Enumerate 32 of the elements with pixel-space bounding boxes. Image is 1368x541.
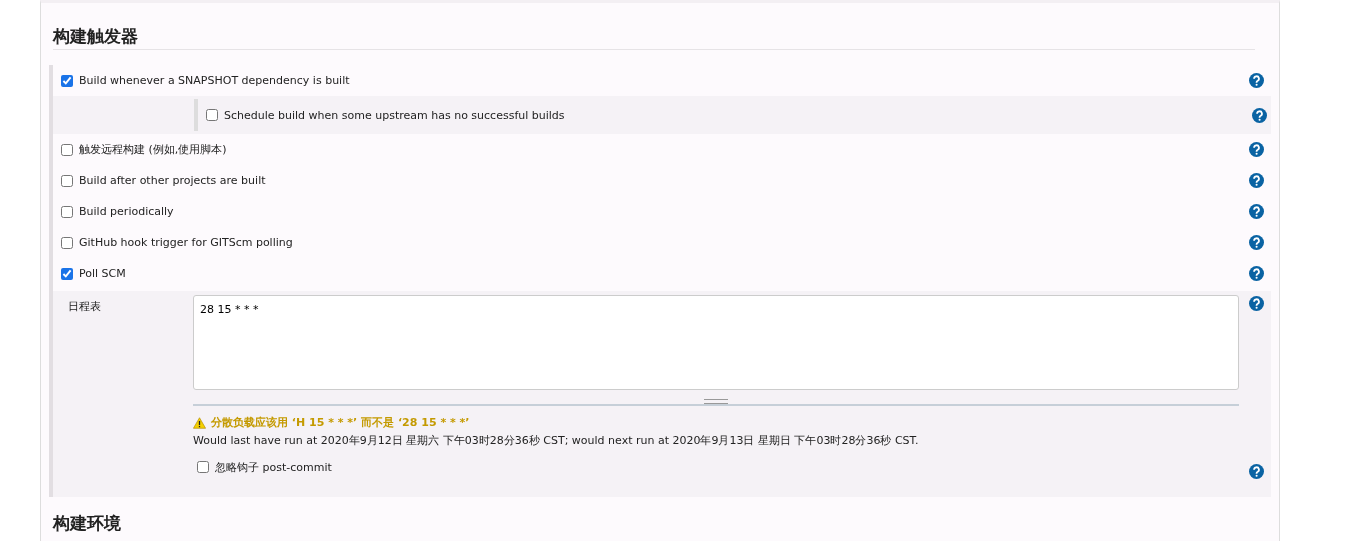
warning-message: 分散负载应该用 ‘H 15 * * *’ 而不是 ‘28 15 * * *’ bbox=[211, 415, 470, 430]
option-label: Schedule build when some upstream has no successful builds bbox=[224, 108, 565, 122]
schedule-info: Would last have run at 2020年9月12日 星期六 下午03时28分36秒 CST; would next run at 2020年9月13日 星期日 下午03时28分36秒 CST. bbox=[193, 433, 920, 448]
schedule-field[interactable]: 28 15 * * * bbox=[193, 295, 1239, 390]
checkbox[interactable] bbox=[61, 74, 73, 87]
section-heading: 构建触发器 bbox=[53, 3, 1255, 50]
field-label: 日程表 bbox=[67, 299, 102, 315]
checkbox[interactable] bbox=[206, 109, 218, 121]
option-label: Build periodically bbox=[79, 205, 174, 218]
help-icon[interactable] bbox=[1249, 464, 1264, 479]
option-label: Build after other projects are built bbox=[79, 174, 266, 187]
checkbox[interactable] bbox=[61, 205, 73, 218]
help-icon[interactable] bbox=[1249, 296, 1264, 311]
checkbox[interactable] bbox=[197, 461, 209, 473]
option-label: GitHub hook trigger for GITScm polling bbox=[79, 236, 293, 249]
checkbox[interactable] bbox=[61, 267, 73, 280]
option-label: Poll SCM bbox=[79, 267, 126, 280]
help-icon[interactable] bbox=[1249, 73, 1264, 88]
help-icon[interactable] bbox=[1249, 173, 1264, 188]
checkbox[interactable] bbox=[61, 143, 73, 156]
warning-icon bbox=[193, 416, 206, 429]
option-label: 忽略钩子 post-commit bbox=[215, 459, 332, 475]
help-icon[interactable] bbox=[1249, 142, 1264, 157]
checkbox[interactable] bbox=[61, 174, 73, 187]
help-icon[interactable] bbox=[1249, 235, 1264, 250]
checkbox[interactable] bbox=[61, 236, 73, 249]
help-icon[interactable] bbox=[1249, 204, 1264, 219]
option-label: Build whenever a SNAPSHOT dependency is built bbox=[79, 74, 350, 87]
help-icon[interactable] bbox=[1249, 266, 1264, 281]
option-label: 触发远程构建 (例如,使用脚本) bbox=[79, 142, 227, 157]
section-heading: 构建环境 bbox=[53, 512, 122, 535]
help-icon[interactable] bbox=[1252, 107, 1267, 123]
